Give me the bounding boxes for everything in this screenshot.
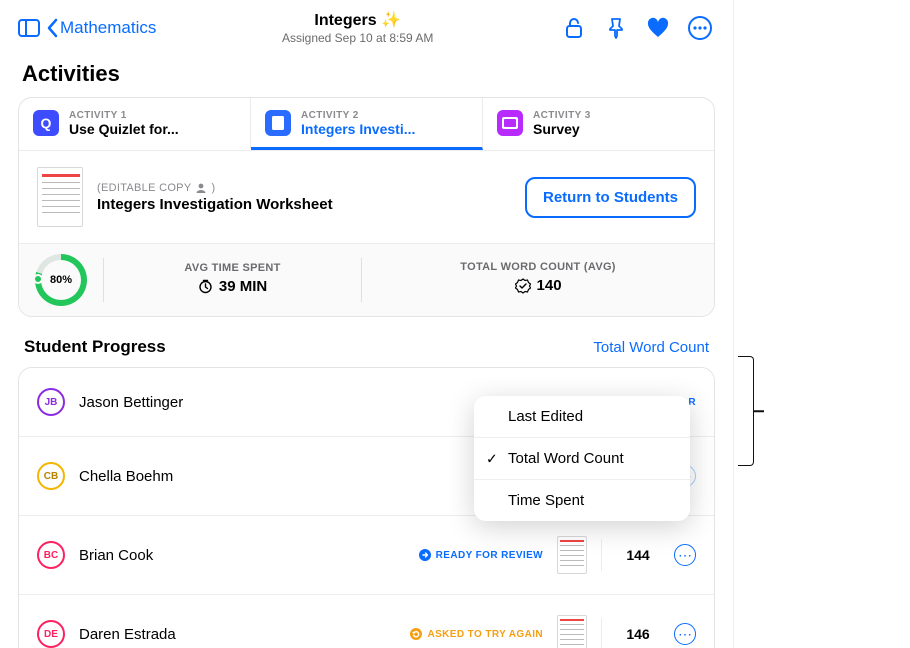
avatar: BC [37, 541, 65, 569]
avatar: CB [37, 462, 65, 490]
sort-selector[interactable]: Total Word Count [593, 339, 709, 356]
more-icon[interactable] [685, 13, 715, 43]
doc-row: (EDITABLE COPY) Integers Investigation W… [19, 150, 714, 243]
student-row[interactable]: DE Daren Estrada ASKED TO TRY AGAIN 146 … [19, 595, 714, 648]
student-row[interactable]: JB Jason Bettinger READY FOR R Last Edit… [19, 368, 714, 437]
doc-editable-label: (EDITABLE COPY) [97, 182, 511, 194]
word-count-value: 140 [515, 277, 562, 294]
lock-icon[interactable] [559, 13, 589, 43]
annotation-bracket [738, 356, 754, 466]
clock-icon [198, 279, 213, 294]
status-badge: ASKED TO TRY AGAIN [410, 628, 543, 640]
survey-icon [497, 110, 523, 136]
tab-title: Survey [533, 121, 591, 137]
popup-item-time-spent[interactable]: Time Spent [474, 480, 690, 521]
sort-popup: Last Edited Total Word Count Time Spent [474, 396, 690, 521]
word-count-label: TOTAL WORD COUNT (AVG) [372, 261, 704, 273]
tab-eyebrow: ACTIVITY 2 [301, 110, 415, 121]
heart-icon[interactable] [643, 13, 673, 43]
avg-time-label: AVG TIME SPENT [114, 262, 351, 274]
sidebar-icon[interactable] [14, 13, 44, 43]
word-count-cell: 144 [616, 547, 660, 563]
tab-title: Integers Investi... [301, 121, 415, 137]
back-label: Mathematics [60, 18, 156, 38]
popup-item-last-edited[interactable]: Last Edited [474, 396, 690, 438]
progress-donut: 80% [35, 254, 87, 306]
stats-row: 80% AVG TIME SPENT 39 MIN TOTAL WORD COU… [19, 243, 714, 316]
popup-item-total-word-count[interactable]: Total Word Count [474, 438, 690, 480]
doc-thumbnail[interactable] [37, 167, 83, 227]
tab-title: Use Quizlet for... [69, 121, 179, 137]
student-name: Brian Cook [79, 547, 405, 564]
activities-heading: Activities [0, 55, 733, 97]
word-count-cell: 146 [616, 626, 660, 642]
doc-icon [265, 110, 291, 136]
retry-circle-icon [410, 628, 422, 640]
row-more-button[interactable]: ⋯ [674, 544, 696, 566]
quizlet-icon: Q [33, 110, 59, 136]
status-badge: READY FOR REVIEW [419, 549, 543, 561]
page-title-block: Integers ✨ Assigned Sep 10 at 8:59 AM [162, 10, 553, 45]
tab-eyebrow: ACTIVITY 3 [533, 110, 591, 121]
avg-time-value: 39 MIN [198, 278, 267, 295]
doc-title: Integers Investigation Worksheet [97, 196, 511, 213]
back-button[interactable]: Mathematics [46, 18, 156, 38]
tab-activity-3[interactable]: ACTIVITY 3 Survey [483, 98, 714, 150]
arrow-circle-icon [419, 549, 431, 561]
tab-eyebrow: ACTIVITY 1 [69, 110, 179, 121]
person-icon [195, 182, 207, 194]
avatar: DE [37, 620, 65, 648]
avatar: JB [37, 388, 65, 416]
chevron-left-icon [46, 18, 60, 38]
student-name: Chella Boehm [79, 468, 505, 485]
student-name: Daren Estrada [79, 626, 396, 643]
pin-icon[interactable] [601, 13, 631, 43]
badge-icon [515, 278, 531, 294]
activity-tabs: Q ACTIVITY 1 Use Quizlet for... ACTIVITY… [19, 98, 714, 150]
activities-card: Q ACTIVITY 1 Use Quizlet for... ACTIVITY… [18, 97, 715, 317]
tab-activity-1[interactable]: Q ACTIVITY 1 Use Quizlet for... [19, 98, 251, 150]
submission-thumbnail[interactable] [557, 615, 587, 648]
header: Mathematics Integers ✨ Assigned Sep 10 a… [0, 0, 733, 55]
return-to-students-button[interactable]: Return to Students [525, 177, 696, 218]
tab-activity-2[interactable]: ACTIVITY 2 Integers Investi... [251, 98, 483, 150]
row-more-button[interactable]: ⋯ [674, 623, 696, 645]
student-list: JB Jason Bettinger READY FOR R Last Edit… [18, 367, 715, 648]
student-row[interactable]: BC Brian Cook READY FOR REVIEW 144 ⋯ [19, 516, 714, 595]
page-title: Integers ✨ [162, 10, 553, 30]
page-subtitle: Assigned Sep 10 at 8:59 AM [162, 31, 553, 45]
submission-thumbnail[interactable] [557, 536, 587, 574]
student-progress-heading: Student Progress [24, 337, 166, 357]
